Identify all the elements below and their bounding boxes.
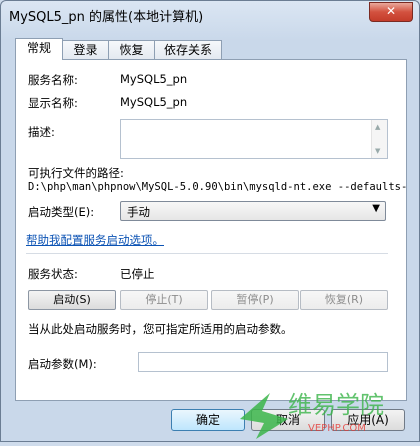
start-params-hint: 当从此处启动服务时，您可指定所适用的启动参数。 <box>28 322 293 336</box>
startup-type-label: 启动类型(E): <box>28 205 95 219</box>
scroll-up-icon[interactable]: ▲ <box>375 123 380 131</box>
title-bar[interactable]: MySQL5_pn 的属性(本地计算机) ✕ <box>1 1 419 29</box>
scroll-down-icon[interactable]: ▼ <box>375 147 380 155</box>
service-name-value: MySQL5_pn <box>120 72 188 86</box>
startup-type-value: 手动 <box>127 205 150 219</box>
startup-type-select[interactable]: 手动 ▼ <box>120 201 386 221</box>
general-panel: 服务名称: MySQL5_pn 显示名称: MySQL5_pn 描述: ▲ ▼ … <box>15 59 407 401</box>
pause-button[interactable]: 暂停(P) <box>211 290 299 310</box>
tab-general[interactable]: 常规 <box>15 38 63 60</box>
stop-button[interactable]: 停止(T) <box>120 290 208 310</box>
display-name-label: 显示名称: <box>28 96 78 110</box>
resume-button[interactable]: 恢复(R) <box>300 290 388 310</box>
start-button[interactable]: 启动(S) <box>28 290 116 310</box>
close-button[interactable]: ✕ <box>369 2 413 22</box>
tab-dependencies[interactable]: 依存关系 <box>154 40 222 59</box>
properties-dialog: MySQL5_pn 的属性(本地计算机) ✕ 常规 登录 恢复 依存关系 服务名… <box>0 0 420 442</box>
start-params-input[interactable] <box>138 352 388 372</box>
exe-path-label: 可执行文件的路径: <box>28 166 124 180</box>
display-name-value: MySQL5_pn <box>120 95 188 109</box>
description-field[interactable]: ▲ ▼ <box>120 119 388 159</box>
tab-recovery[interactable]: 恢复 <box>108 40 155 59</box>
ok-button[interactable]: 确定 <box>171 409 245 431</box>
start-params-label: 启动参数(M): <box>28 357 97 371</box>
apply-button[interactable]: 应用(A) <box>331 409 405 431</box>
description-scrollbar[interactable]: ▲ ▼ <box>371 120 387 158</box>
tab-logon[interactable]: 登录 <box>62 40 109 59</box>
service-status-value: 已停止 <box>120 267 155 281</box>
description-label: 描述: <box>28 125 55 139</box>
divider <box>26 253 388 254</box>
service-status-label: 服务状态: <box>28 267 78 281</box>
chevron-down-icon: ▼ <box>372 203 380 214</box>
help-link[interactable]: 帮助我配置服务启动选项。 <box>26 232 164 248</box>
service-name-label: 服务名称: <box>28 73 78 87</box>
window-title: MySQL5_pn 的属性(本地计算机) <box>9 10 204 25</box>
exe-path-value[interactable]: D:\php\man\phpnow\MySQL-5.0.90\bin\mysql… <box>28 181 407 193</box>
cancel-button[interactable]: 取消 <box>251 409 325 431</box>
